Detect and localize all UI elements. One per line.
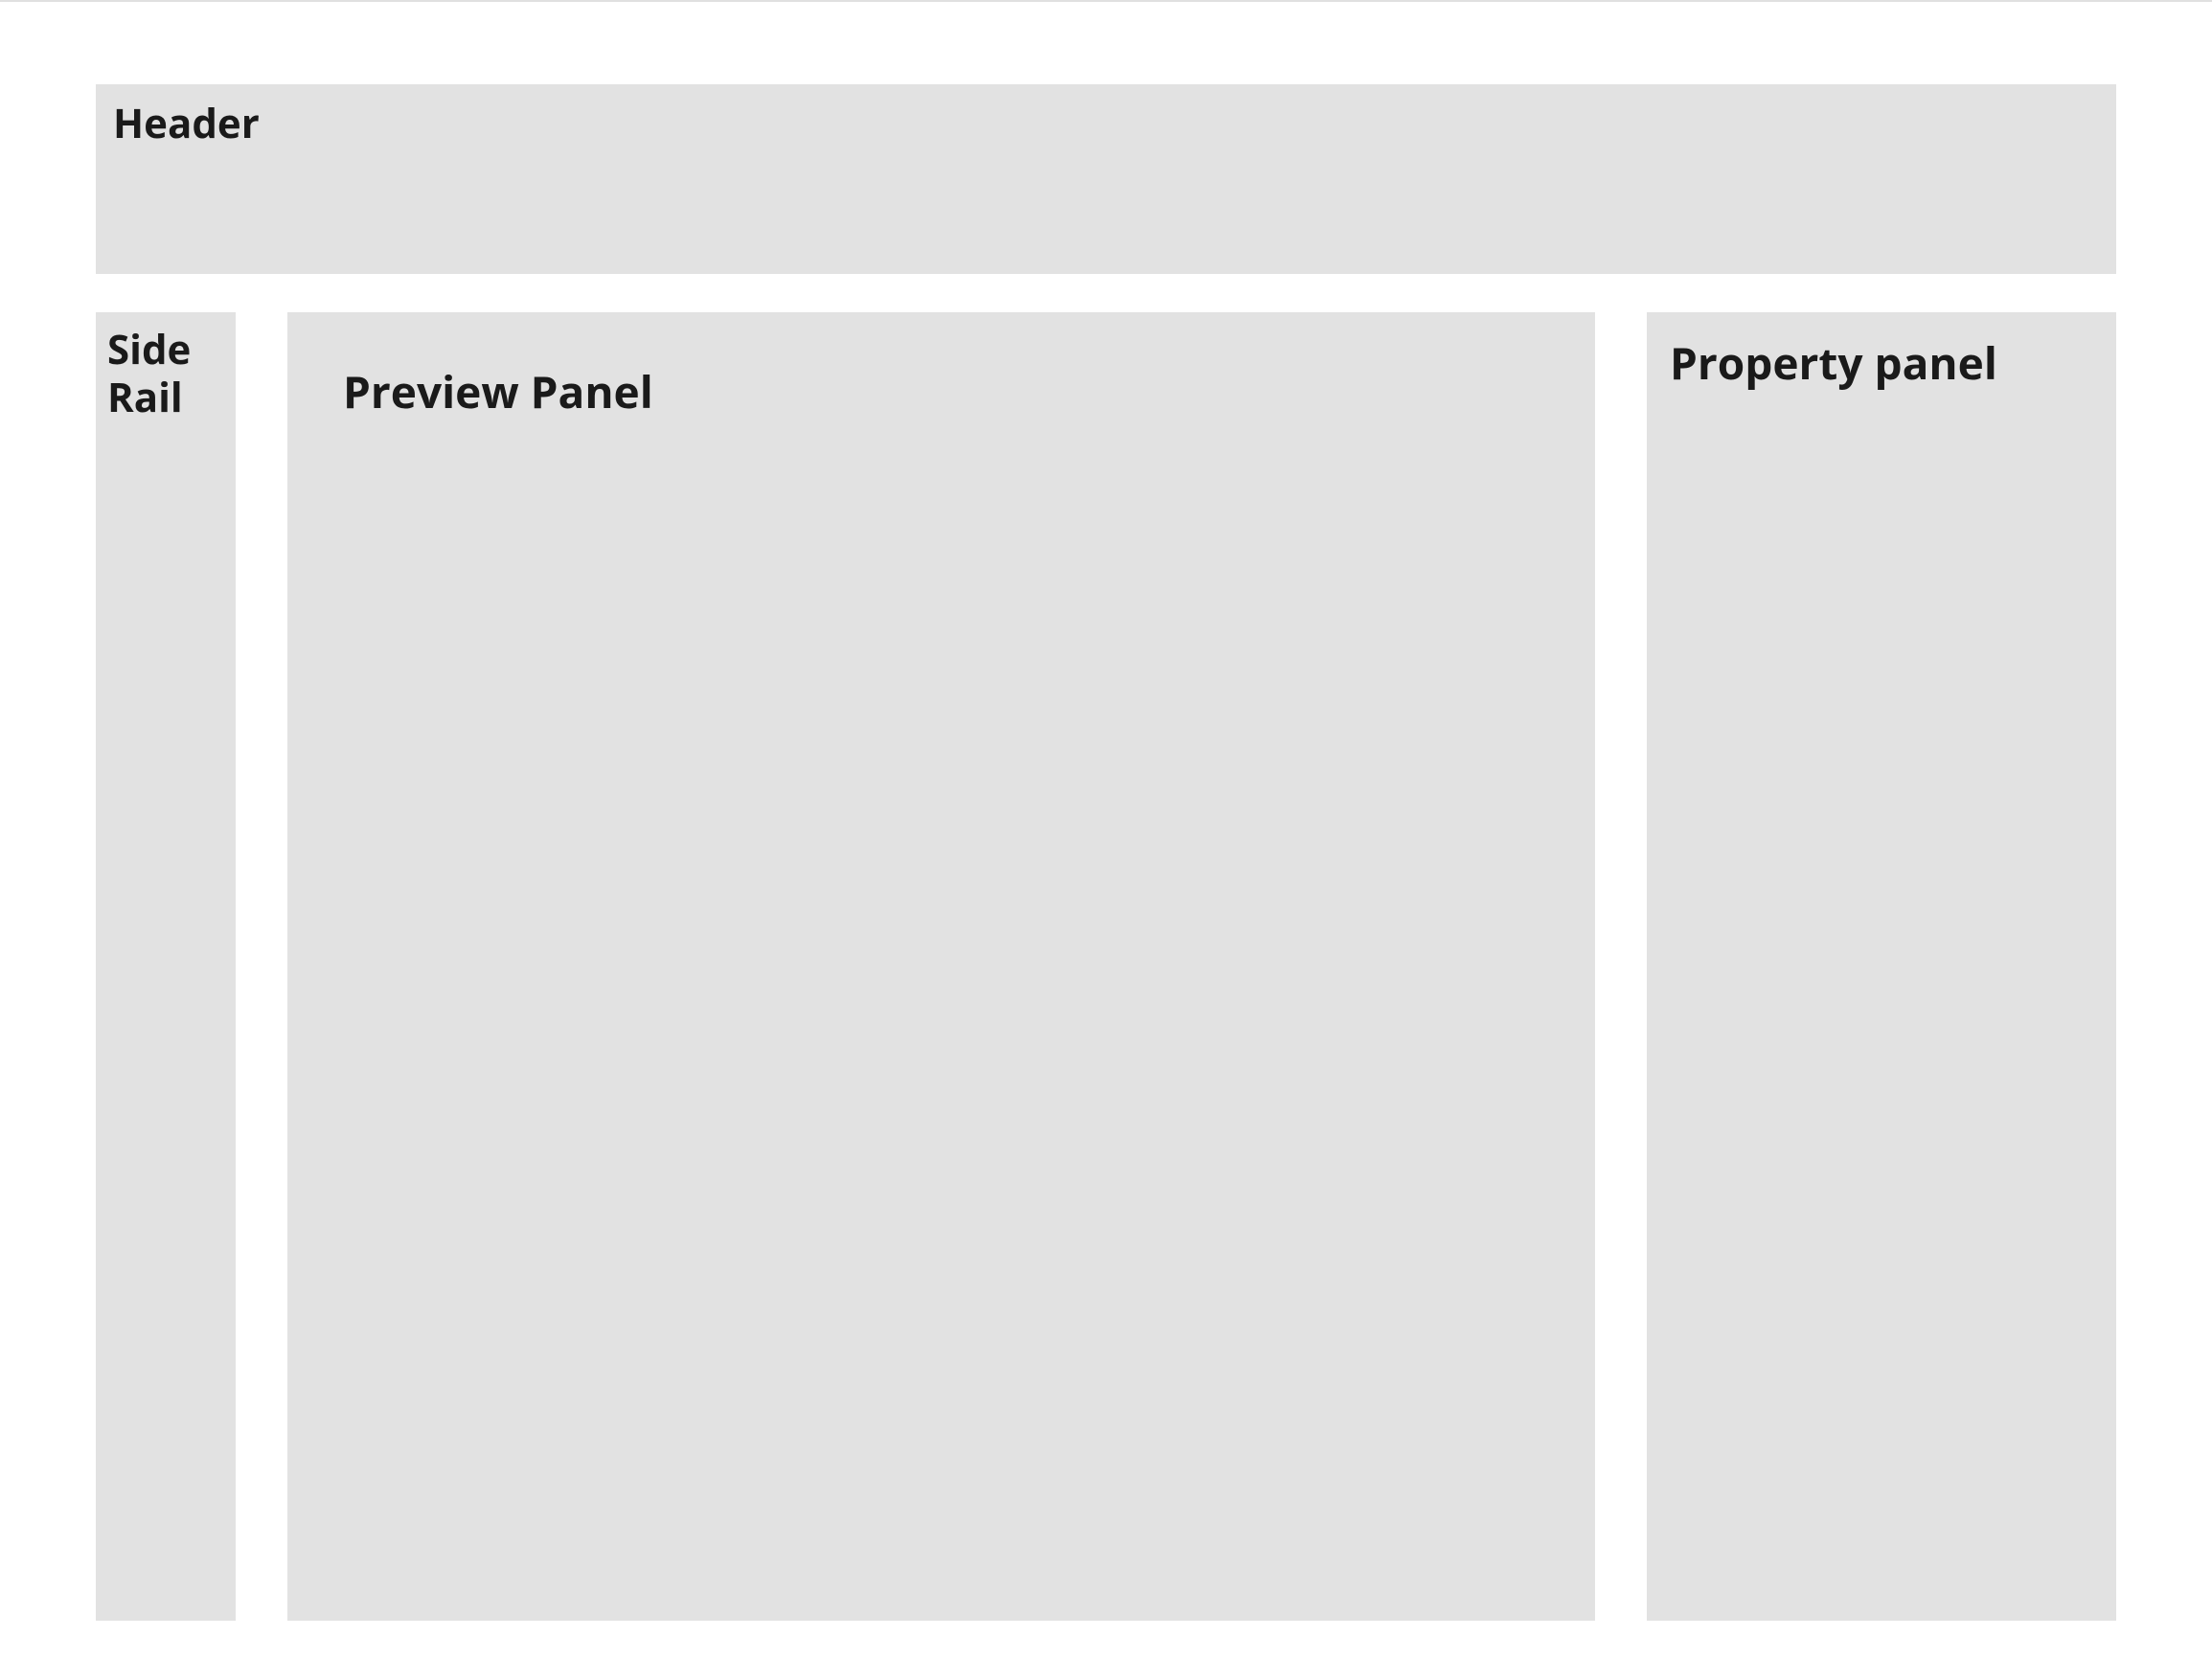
header-region: Header [96, 84, 2116, 274]
property-panel-region: Property panel [1647, 312, 2116, 1621]
property-panel-title: Property panel [1670, 337, 2093, 390]
page-top-border [0, 0, 2212, 2]
body-row: Side Rail Preview Panel Property panel [96, 312, 2116, 1621]
preview-panel-region: Preview Panel [287, 312, 1595, 1621]
side-rail-title: Side Rail [107, 326, 224, 422]
preview-panel-title: Preview Panel [343, 366, 1539, 419]
header-title: Header [113, 100, 2099, 148]
layout-container: Header Side Rail Preview Panel Property … [0, 0, 2212, 1659]
side-rail-region: Side Rail [96, 312, 236, 1621]
